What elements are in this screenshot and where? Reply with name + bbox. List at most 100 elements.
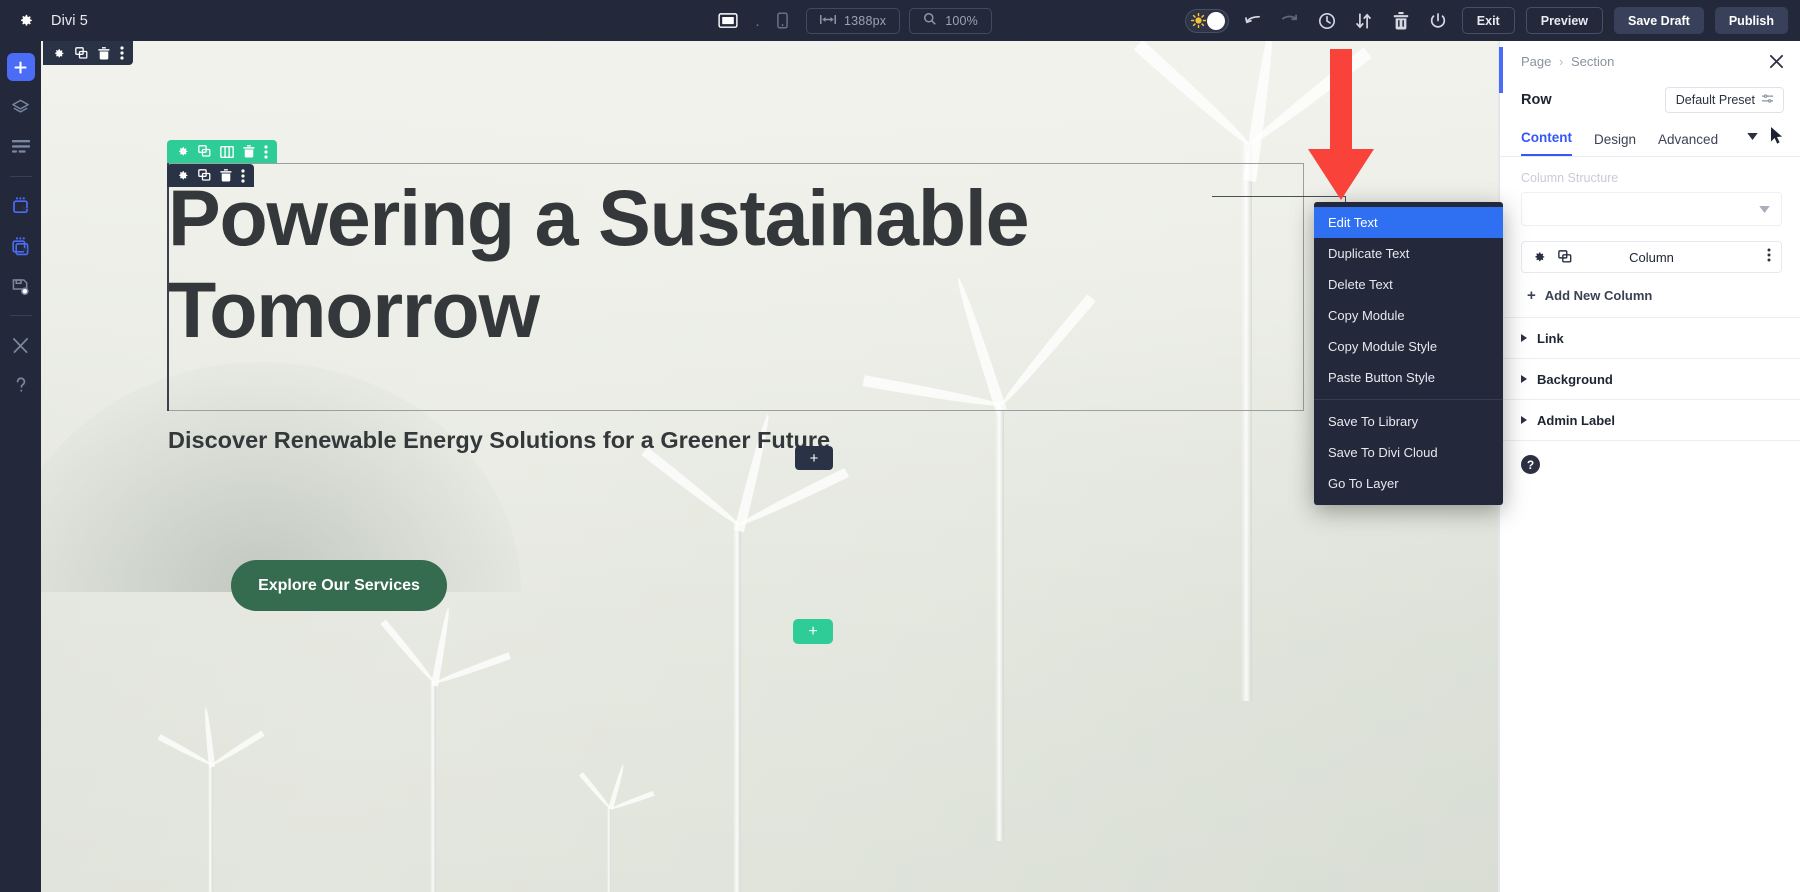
accordion-background-label: Background xyxy=(1537,371,1613,387)
theme-toggle[interactable] xyxy=(1184,8,1229,33)
help-button[interactable]: ? xyxy=(1521,455,1540,474)
hero-heading[interactable]: Powering a Sustainable Tomorrow xyxy=(168,172,1288,356)
ctx-duplicate-text[interactable]: Duplicate Text xyxy=(1314,238,1503,269)
explore-services-button[interactable]: Explore Our Services xyxy=(231,560,447,611)
duplicate-icon[interactable] xyxy=(198,145,211,158)
more-dots-icon[interactable] xyxy=(241,168,245,183)
zoom-value: 100% xyxy=(945,13,978,28)
hero-subheading[interactable]: Discover Renewable Energy Solutions for … xyxy=(168,427,830,454)
accordion-background[interactable]: Background xyxy=(1499,359,1800,400)
close-icon[interactable] xyxy=(1769,54,1784,69)
triangle-right-icon xyxy=(1521,375,1527,383)
column-item[interactable]: Column xyxy=(1521,241,1782,273)
gear-icon[interactable] xyxy=(176,145,189,158)
more-dots-icon[interactable] xyxy=(264,144,268,159)
preset-save-icon[interactable] xyxy=(7,272,35,300)
duplicate-icon[interactable] xyxy=(198,169,211,182)
history-clock-icon[interactable] xyxy=(1314,8,1340,34)
context-menu-divider xyxy=(1314,399,1503,400)
ctx-edit-text[interactable]: Edit Text xyxy=(1314,207,1503,238)
add-module-button-dark[interactable]: + xyxy=(795,446,833,470)
zoom-field[interactable]: 100% xyxy=(909,7,992,34)
preset-sliders-icon xyxy=(1762,93,1773,107)
panel-title-row: Row Default Preset xyxy=(1499,81,1800,119)
add-new-column-button[interactable]: + Add New Column xyxy=(1521,273,1782,317)
accordion-list: Link Background Admin Label xyxy=(1499,317,1800,441)
module-toolbar[interactable] xyxy=(167,164,254,187)
ctx-copy-module[interactable]: Copy Module xyxy=(1314,300,1503,331)
add-row-button-green[interactable]: + xyxy=(793,619,833,644)
viewport-width-field[interactable]: 1388px xyxy=(806,7,901,34)
ctx-save-to-library[interactable]: Save To Library xyxy=(1314,406,1503,437)
ctx-paste-button-style[interactable]: Paste Button Style xyxy=(1314,362,1503,393)
columns-icon[interactable] xyxy=(220,145,234,158)
section-toolbar[interactable] xyxy=(43,41,133,65)
copy-window-icon[interactable] xyxy=(7,232,35,260)
column-structure-select[interactable] xyxy=(1521,192,1782,226)
magnifier-icon xyxy=(923,12,937,29)
page-canvas[interactable]: Powering a Sustainable Tomorrow Discover… xyxy=(41,41,1498,892)
save-draft-button[interactable]: Save Draft xyxy=(1614,7,1704,34)
chevron-down-icon[interactable] xyxy=(1747,127,1758,145)
redo-icon[interactable] xyxy=(1277,8,1303,34)
trash-icon[interactable] xyxy=(220,169,232,182)
sun-icon xyxy=(1190,12,1206,33)
chevron-down-icon xyxy=(1759,200,1770,218)
device-preview-group xyxy=(718,12,788,29)
accordion-link-label: Link xyxy=(1537,330,1564,346)
question-mark-icon[interactable] xyxy=(7,371,35,399)
exit-button[interactable]: Exit xyxy=(1461,7,1515,34)
trash-icon[interactable] xyxy=(243,145,255,158)
gear-icon[interactable] xyxy=(176,169,189,182)
accordion-admin-label[interactable]: Admin Label xyxy=(1499,400,1800,441)
add-block-button[interactable] xyxy=(6,53,35,81)
layers-button[interactable] xyxy=(7,93,35,121)
ctx-delete-text[interactable]: Delete Text xyxy=(1314,269,1503,300)
preview-button[interactable]: Preview xyxy=(1525,7,1603,34)
trash-icon[interactable] xyxy=(98,46,110,60)
tab-advanced[interactable]: Advanced xyxy=(1658,132,1718,156)
preset-selector[interactable]: Default Preset xyxy=(1664,87,1784,113)
panel-body: Column Structure Column + Add New Column xyxy=(1499,157,1800,317)
viewport-width-value: 1388px xyxy=(844,13,887,28)
gear-icon[interactable] xyxy=(12,8,38,34)
rail-divider xyxy=(9,315,32,316)
wireframe-button[interactable] xyxy=(7,133,35,161)
sort-arrows-icon[interactable] xyxy=(1351,8,1377,34)
ctx-save-to-divi-cloud[interactable]: Save To Divi Cloud xyxy=(1314,437,1503,468)
desktop-view-icon[interactable] xyxy=(718,12,738,29)
ctx-go-to-layer[interactable]: Go To Layer xyxy=(1314,468,1503,499)
red-down-arrow xyxy=(1302,49,1380,206)
accordion-link[interactable]: Link xyxy=(1499,318,1800,359)
tab-content[interactable]: Content xyxy=(1521,130,1572,156)
more-dots-icon[interactable] xyxy=(120,46,124,60)
triangle-right-icon xyxy=(1521,334,1527,342)
breadcrumb-section[interactable]: Section xyxy=(1571,54,1614,69)
toolbar-center-group: 1388px 100% xyxy=(718,0,992,41)
wrench-screwdriver-icon[interactable] xyxy=(7,331,35,359)
mouse-pointer-icon xyxy=(1771,127,1784,149)
more-dots-icon[interactable] xyxy=(1767,248,1771,267)
publish-button[interactable]: Publish xyxy=(1714,7,1788,34)
ctx-copy-module-style[interactable]: Copy Module Style xyxy=(1314,331,1503,362)
column-item-label: Column xyxy=(1629,249,1674,265)
gear-icon[interactable] xyxy=(52,47,65,60)
undo-icon[interactable] xyxy=(1240,8,1266,34)
row-toolbar[interactable] xyxy=(167,140,277,163)
phone-view-icon[interactable] xyxy=(777,12,788,29)
plus-icon: + xyxy=(1527,286,1536,304)
breadcrumb-separator: › xyxy=(1559,53,1564,69)
trash-icon[interactable] xyxy=(1388,8,1414,34)
breadcrumb-page[interactable]: Page xyxy=(1521,54,1551,69)
app-title: Divi 5 xyxy=(51,12,88,29)
tab-design[interactable]: Design xyxy=(1594,132,1636,156)
triangle-right-icon xyxy=(1521,416,1527,424)
tablet-view-icon[interactable] xyxy=(751,12,764,29)
top-toolbar: Divi 5 1388px 100% Exit Preview Save Dra… xyxy=(0,0,1800,41)
module-context-menu[interactable]: Edit Text Duplicate Text Delete Text Cop… xyxy=(1314,202,1503,505)
power-icon[interactable] xyxy=(1425,8,1451,34)
toolbar-left-group: Divi 5 xyxy=(0,8,88,34)
duplicate-icon[interactable] xyxy=(75,46,88,60)
paste-window-icon[interactable] xyxy=(7,192,35,220)
column-structure-label: Column Structure xyxy=(1521,171,1619,185)
